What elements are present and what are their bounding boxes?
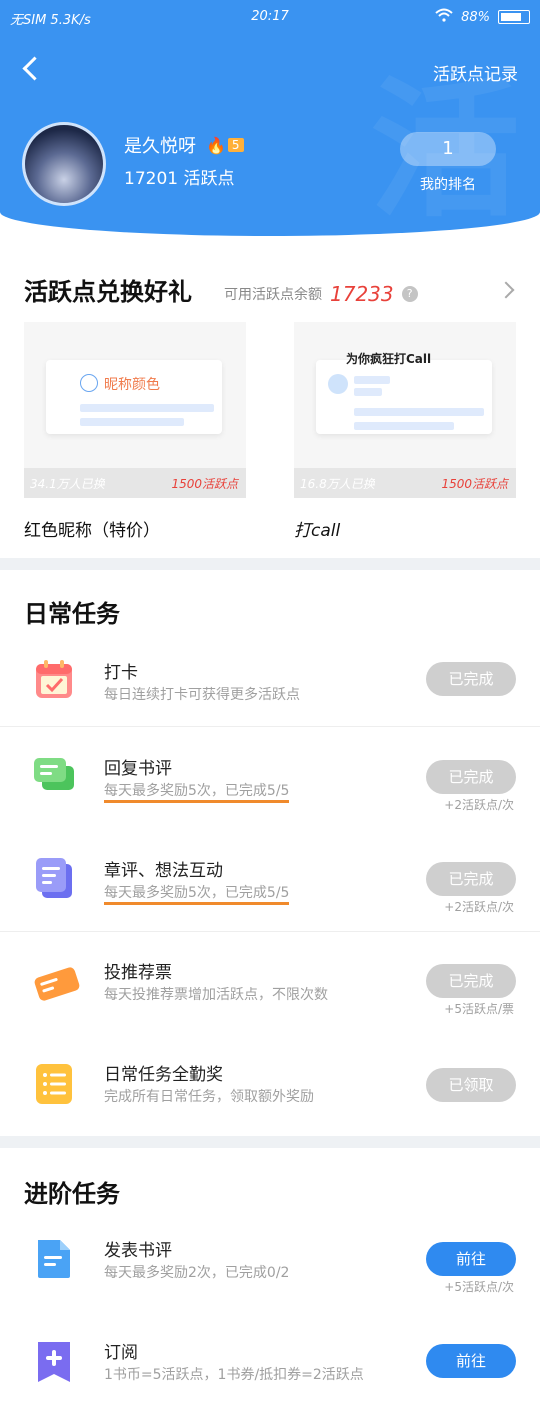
placeholder-line [80, 404, 214, 412]
help-icon[interactable]: ? [401, 286, 418, 302]
task-desc: 每天最多奖励5次，已完成5/5 [104, 882, 290, 905]
balance-value: 17233 [330, 282, 394, 306]
task-desc: 完成所有日常任务，领取额外奖励 [104, 1089, 314, 1105]
list-icon [32, 1062, 76, 1106]
shop-title: 活跃点兑换好礼 [24, 277, 192, 306]
task-reward: +5活跃点/次 [444, 1280, 514, 1294]
task-status-button[interactable]: 已完成 [426, 662, 516, 696]
user-name: 是久悦呀 [124, 136, 196, 157]
document-icon [32, 1236, 76, 1280]
section-divider [0, 558, 540, 570]
task-reward: +5活跃点/票 [444, 1002, 514, 1016]
task-name: 打卡 [104, 663, 138, 683]
gift-preview: 为你疯狂打Call [316, 352, 492, 434]
task-progress-text: 每天最多奖励5次，已完成5/5 [104, 885, 290, 905]
task-desc: 1书币=5活跃点，1书券/抵扣券=2活跃点 [104, 1367, 364, 1383]
task-desc: 每日连续打卡可获得更多活跃点 [104, 687, 300, 703]
avatar[interactable] [22, 122, 106, 206]
gift-price: 1500活跃点 [441, 477, 508, 491]
gift-name[interactable]: 打call [294, 516, 340, 541]
ticket-icon [32, 962, 80, 1006]
task-desc: 每天投推荐票增加活跃点，不限次数 [104, 987, 328, 1003]
gift-card-red-nickname[interactable]: 昵称颜色 34.1万人已换 1500活跃点 [24, 322, 246, 498]
go-button[interactable]: 前往 [426, 1344, 516, 1378]
task-name: 投推荐票 [104, 963, 172, 983]
gift-preview: 昵称颜色 [46, 360, 222, 434]
task-name: 日常任务全勤奖 [104, 1065, 223, 1085]
daily-tasks-title: 日常任务 [24, 599, 120, 628]
profile-header: 活 活跃点记录 是久悦呀 🔥 5 17201 活跃点 1 我的排名 [0, 36, 540, 236]
activity-record-link[interactable]: 活跃点记录 [433, 60, 518, 85]
task-progress-text: 每天最多奖励5次，已完成5/5 [104, 783, 290, 803]
go-button[interactable]: 前往 [426, 1242, 516, 1276]
battery-percent: 88% [461, 9, 490, 25]
placeholder-line [354, 388, 382, 396]
call-banner-label: 为你疯狂打Call [346, 352, 432, 366]
status-bar: 无SIM 5.3K/s 20:17 88% [0, 0, 540, 36]
exchange-count: 34.1万人已换 [30, 477, 105, 491]
task-reward: +2活跃点/次 [444, 798, 514, 812]
gift-card-call[interactable]: 为你疯狂打Call 16.8万人已换 1500活跃点 [294, 322, 516, 498]
exchange-count: 16.8万人已换 [300, 477, 375, 491]
row-divider [0, 726, 540, 727]
placeholder-line [80, 418, 184, 426]
status-icons: 88% [435, 8, 530, 26]
level-number: 5 [227, 138, 244, 152]
rank-value[interactable]: 1 [400, 132, 496, 166]
advanced-tasks-title: 进阶任务 [24, 1179, 120, 1208]
gift-footer: 34.1万人已换 1500活跃点 [24, 468, 246, 498]
document-icon [32, 856, 76, 900]
gift-price: 1500活跃点 [171, 477, 238, 491]
task-status-button[interactable]: 已完成 [426, 964, 516, 998]
task-name: 回复书评 [104, 759, 172, 779]
chevron-right-icon[interactable] [497, 281, 515, 299]
task-status-button[interactable]: 已完成 [426, 862, 516, 896]
gift-name[interactable]: 红色昵称（特价） [24, 516, 160, 541]
task-name: 订阅 [104, 1343, 138, 1363]
balance-row: 可用活跃点余额 17233 ? [224, 282, 418, 306]
bookmark-plus-icon [32, 1340, 76, 1384]
wifi-icon [435, 8, 453, 26]
row-divider [0, 931, 540, 932]
user-points: 17201 活跃点 [124, 169, 235, 189]
gift-footer: 16.8万人已换 1500活跃点 [294, 468, 516, 498]
person-icon [80, 374, 98, 392]
placeholder-line [354, 376, 390, 384]
chat-bubble-icon [32, 754, 76, 798]
balance-label: 可用活跃点余额 [224, 287, 322, 303]
flame-icon: 🔥 [206, 135, 226, 155]
task-reward: +2活跃点/次 [444, 900, 514, 914]
task-name: 发表书评 [104, 1241, 172, 1261]
avatar-placeholder [328, 374, 348, 394]
task-desc: 每天最多奖励5次，已完成5/5 [104, 780, 290, 803]
user-name-row: 是久悦呀 🔥 5 [124, 132, 244, 158]
task-desc: 每天最多奖励2次，已完成0/2 [104, 1265, 290, 1281]
section-divider [0, 1136, 540, 1148]
task-status-button[interactable]: 已领取 [426, 1068, 516, 1102]
task-name: 章评、想法互动 [104, 861, 223, 881]
placeholder-line [354, 408, 484, 416]
rank-label: 我的排名 [420, 177, 476, 193]
level-badge: 🔥 5 [206, 136, 244, 155]
back-icon[interactable] [20, 56, 44, 80]
nickname-color-label: 昵称颜色 [104, 377, 160, 393]
battery-icon [498, 10, 530, 24]
placeholder-line [354, 422, 454, 430]
calendar-icon [32, 658, 76, 702]
task-status-button[interactable]: 已完成 [426, 760, 516, 794]
